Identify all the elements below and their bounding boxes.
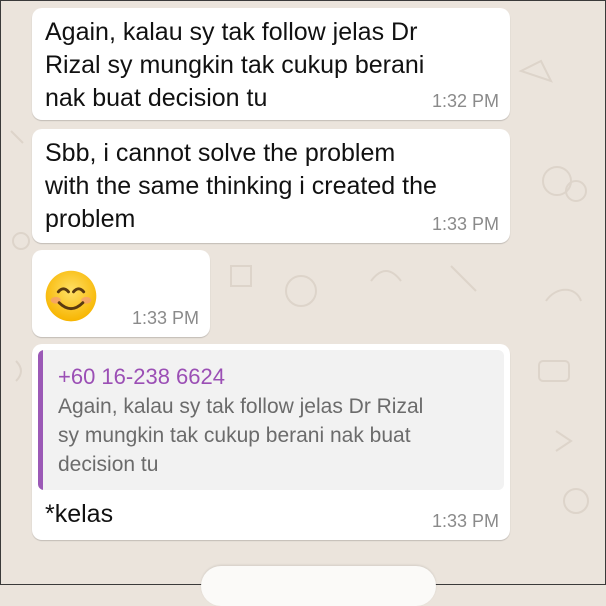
message-timestamp: 1:33 PM — [131, 308, 199, 328]
quoted-sender: +60 16-238 6624 — [58, 364, 225, 389]
date-chip — [201, 566, 436, 606]
message-text: Sbb, i cannot solve the problem with the… — [45, 139, 437, 233]
message-text: *kelas — [45, 500, 114, 528]
reply-message-bubble[interactable]: +60 16-238 6624 Again, kalau sy tak foll… — [32, 344, 510, 540]
smiling-face-emoji — [45, 270, 97, 322]
message-timestamp: 1:33 PM — [431, 214, 499, 234]
quoted-message[interactable]: +60 16-238 6624 Again, kalau sy tak foll… — [38, 350, 504, 490]
message-bubble[interactable]: Again, kalau sy tak follow jelas Dr Riza… — [32, 8, 510, 120]
message-timestamp: 1:32 PM — [431, 91, 499, 111]
quoted-text: Again, kalau sy tak follow jelas Dr Riza… — [58, 395, 424, 476]
message-bubble[interactable]: Sbb, i cannot solve the problem with the… — [32, 129, 510, 243]
chat-frame: Again, kalau sy tak follow jelas Dr Riza… — [0, 0, 606, 606]
emoji-message-bubble[interactable]: 1:33 PM — [32, 250, 210, 337]
message-text: Again, kalau sy tak follow jelas Dr Riza… — [45, 18, 425, 112]
message-timestamp: 1:33 PM — [431, 511, 499, 531]
quote-accent-bar — [38, 350, 43, 490]
